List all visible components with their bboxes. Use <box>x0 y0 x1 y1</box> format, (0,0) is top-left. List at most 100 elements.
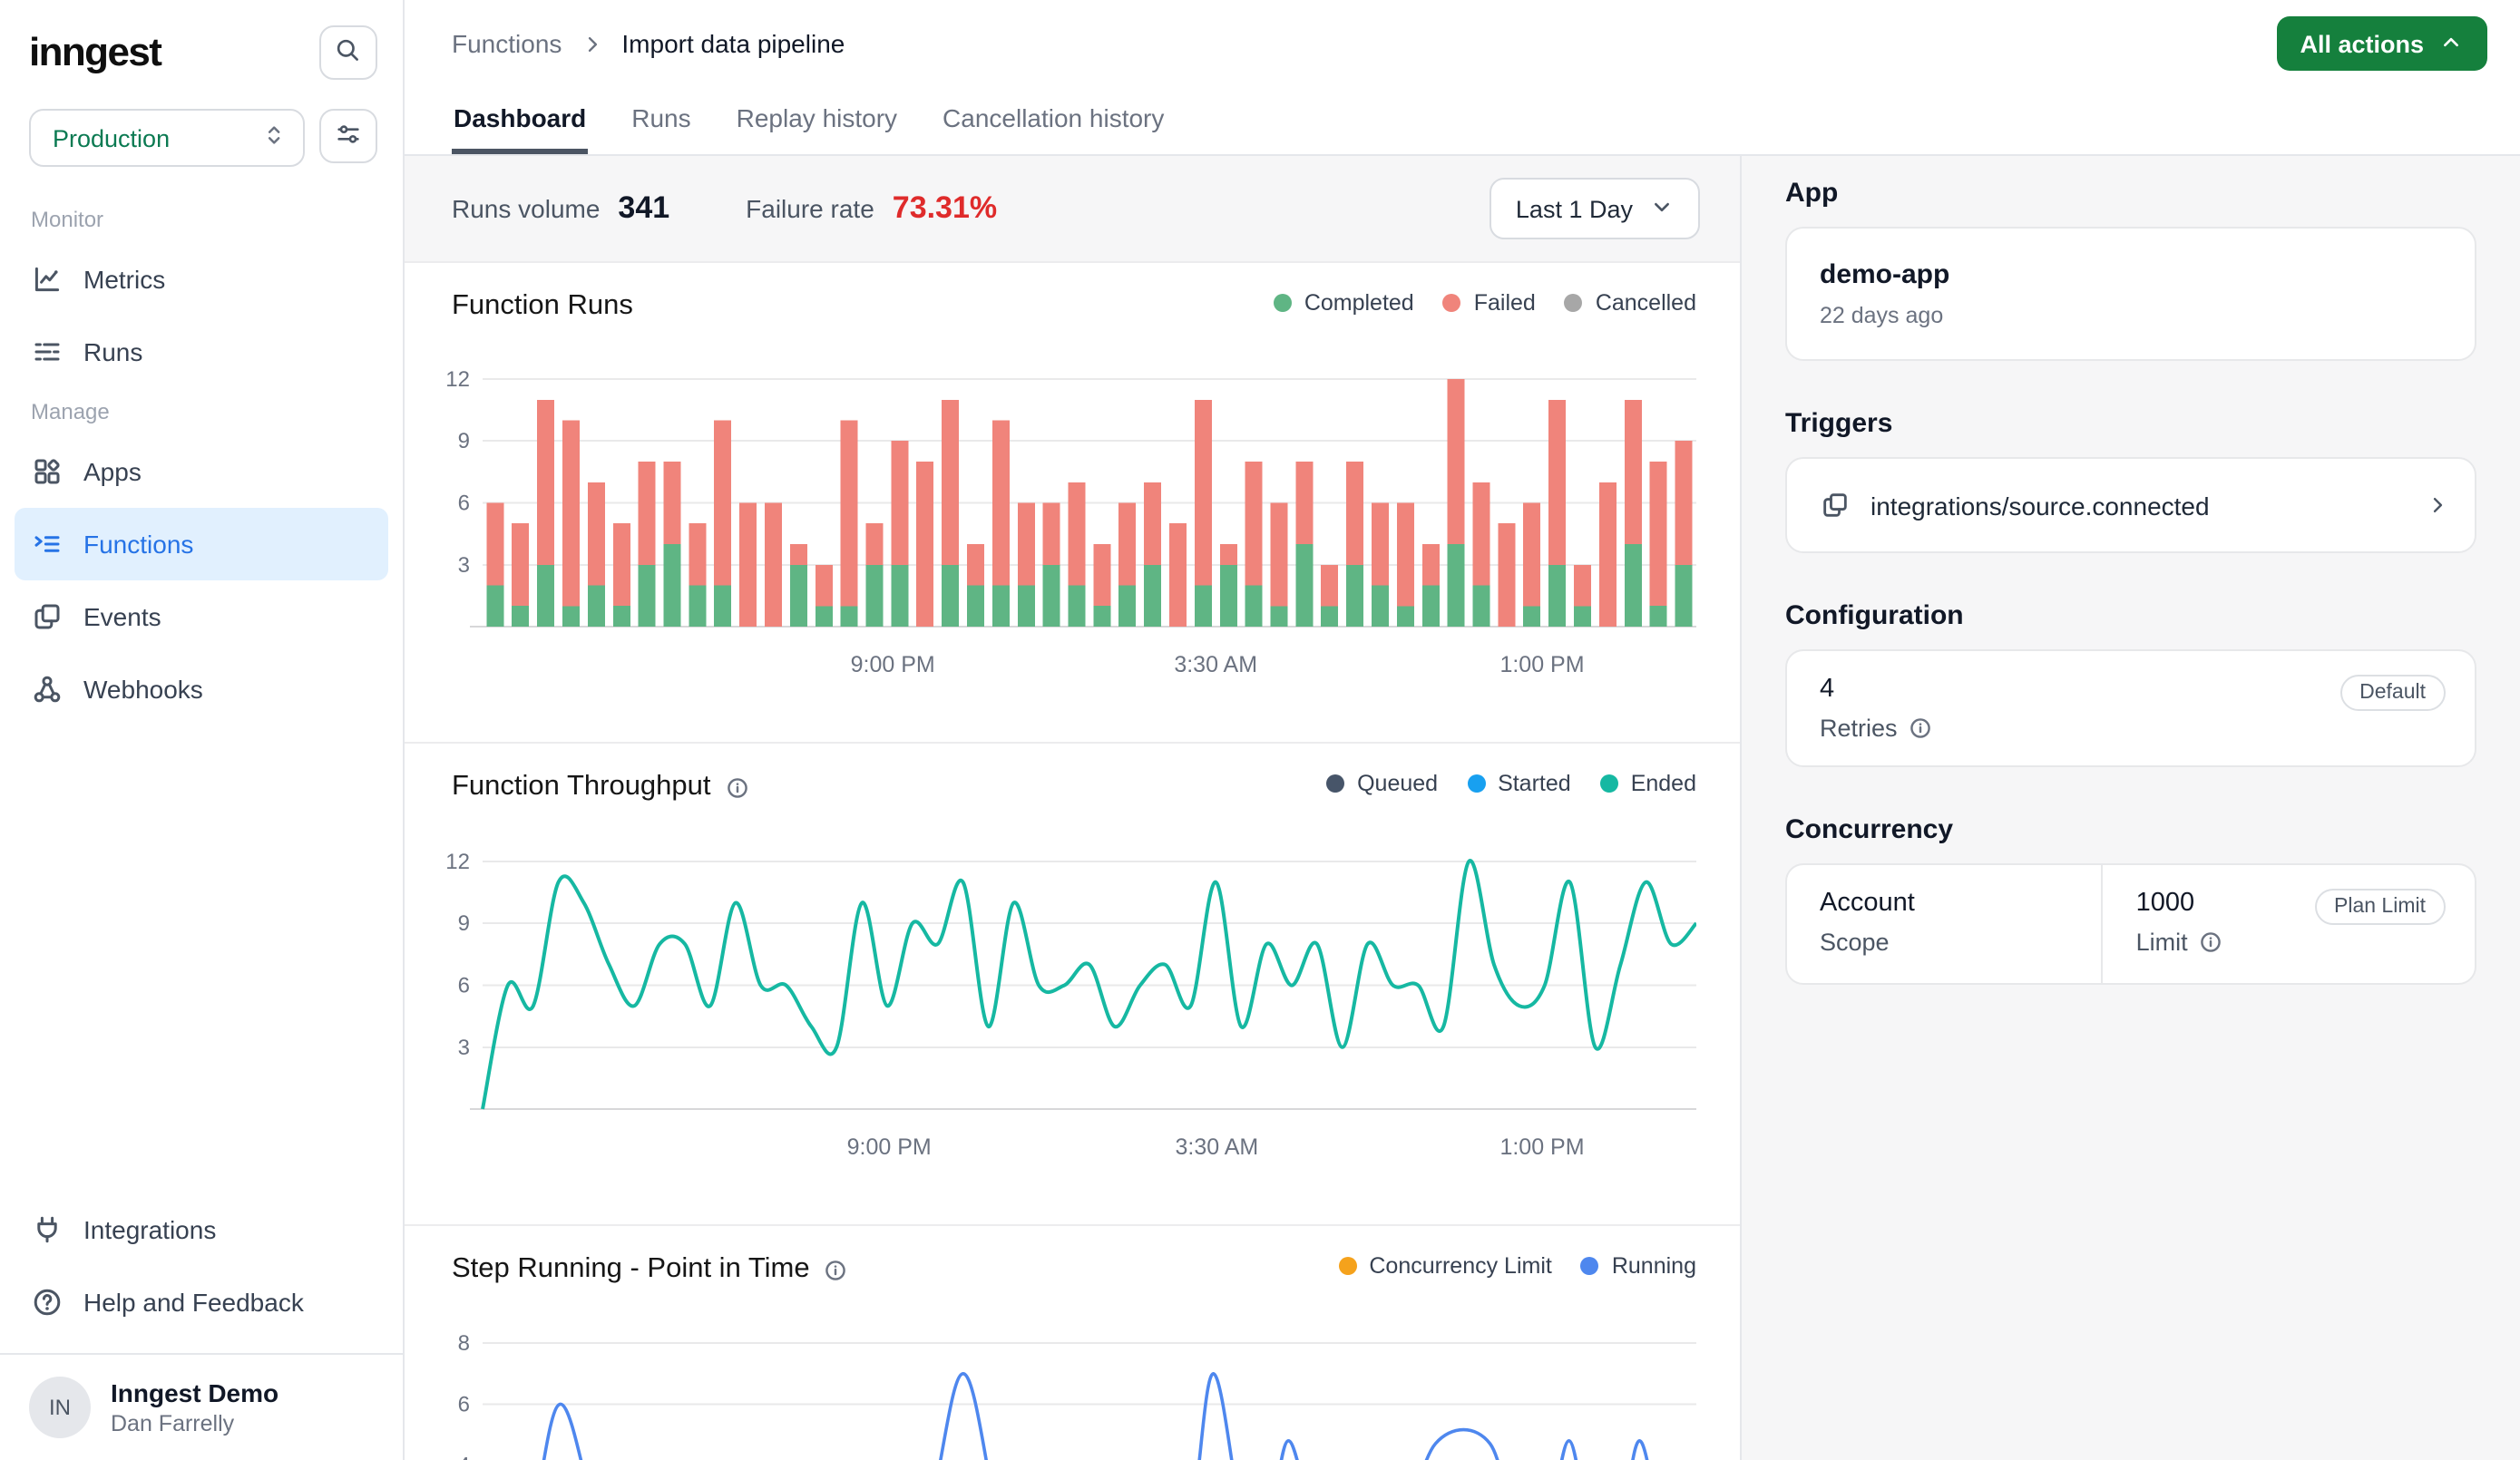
chevrons-up-down-icon <box>261 122 288 154</box>
runs-volume-label: Runs volume <box>452 194 600 223</box>
retries-card: 4 Retries Default <box>1785 649 2476 767</box>
all-actions-button[interactable]: All actions <box>2276 16 2487 71</box>
info-icon[interactable] <box>726 775 749 799</box>
apps-icon <box>31 455 63 488</box>
svg-text:3: 3 <box>458 1036 470 1060</box>
svg-text:9: 9 <box>458 429 470 453</box>
concurrency-card: Account Scope 1000 Limit Plan Limit <box>1785 863 2476 985</box>
legend-ended: Ended <box>1600 771 1696 796</box>
svg-text:8: 8 <box>458 1331 470 1356</box>
function-runs-section: Function Runs CompletedFailedCancelled 1… <box>405 263 1740 744</box>
environment-select[interactable]: Production <box>29 109 305 167</box>
svg-text:9: 9 <box>458 911 470 936</box>
step-running-section: Step Running - Point in Time Concurrency… <box>405 1226 1740 1460</box>
env-filter-button[interactable] <box>319 109 377 163</box>
sidebar-item-label: Webhooks <box>83 675 203 704</box>
limit-badge: Plan Limit <box>2314 889 2446 925</box>
topbar: Functions Import data pipeline All actio… <box>405 0 2520 87</box>
time-range-label: Last 1 Day <box>1516 195 1633 222</box>
sidebar-item-webhooks[interactable]: Webhooks <box>15 653 388 725</box>
stats-band: Runs volume 341 Failure rate 73.31% Last… <box>405 156 1740 263</box>
tabs: Dashboard Runs Replay history Cancellation … <box>405 87 2520 156</box>
limit-label: Limit <box>2136 929 2188 956</box>
events-icon <box>31 600 63 633</box>
tab-replay-history[interactable]: Replay history <box>735 87 899 154</box>
legend-failed: Failed <box>1443 290 1536 316</box>
metrics-icon <box>31 263 63 296</box>
sidebar-item-label: Apps <box>83 457 142 486</box>
app-synced: 22 days ago <box>1820 303 2442 328</box>
sidebar-item-functions[interactable]: Functions <box>15 508 388 580</box>
step-running-chart: 864 <box>405 1309 1696 1460</box>
legend-dot <box>1467 774 1485 793</box>
functions-icon <box>31 528 63 560</box>
plug-icon <box>31 1213 63 1246</box>
step-running-legend: Concurrency LimitRunning <box>1338 1253 1696 1279</box>
failure-rate-label: Failure rate <box>746 194 874 223</box>
svg-text:4: 4 <box>458 1454 470 1460</box>
legend-dot <box>1274 294 1292 312</box>
function-runs-chart: 129639:00 PM3:30 AM1:00 PM <box>405 346 1696 691</box>
search-icon <box>334 35 363 70</box>
sidebar-item-metrics[interactable]: Metrics <box>15 243 388 316</box>
legend-dot <box>1581 1257 1599 1275</box>
section-label-manage: Manage <box>15 388 388 435</box>
tab-cancellation-history[interactable]: Cancellation history <box>941 87 1166 154</box>
legend-dot <box>1600 774 1618 793</box>
legend-dot <box>1326 774 1344 793</box>
concurrency-heading: Concurrency <box>1785 814 2476 845</box>
avatar: IN <box>29 1377 91 1438</box>
function-runs-title: Function Runs <box>452 290 633 323</box>
legend-dot <box>1338 1257 1356 1275</box>
trigger-event-name: integrations/source.connected <box>1870 491 2210 520</box>
sidebar-item-apps[interactable]: Apps <box>15 435 388 508</box>
user-name: Inngest Demo <box>111 1378 278 1407</box>
breadcrumb: Functions Import data pipeline <box>452 29 845 58</box>
sidebar-item-runs[interactable]: Runs <box>15 316 388 388</box>
function-throughput-chart: 129639:00 PM3:30 AM1:00 PM <box>405 827 1696 1172</box>
info-icon[interactable] <box>2199 930 2222 954</box>
help-icon <box>31 1286 63 1319</box>
time-range-select[interactable]: Last 1 Day <box>1490 178 1700 239</box>
sidebar-item-events[interactable]: Events <box>15 580 388 653</box>
failure-rate-value: 73.31% <box>893 190 997 227</box>
event-copy-icon <box>1820 490 1851 521</box>
sidebar-spacer <box>0 725 403 1193</box>
environment-label: Production <box>53 124 170 151</box>
legend-dot <box>1443 294 1461 312</box>
sidebar-item-integrations[interactable]: Integrations <box>15 1193 388 1266</box>
scope-value: Account <box>1820 889 2073 918</box>
sidebar-footer: Integrations Help and Feedback <box>0 1193 403 1353</box>
legend-started: Started <box>1467 771 1571 796</box>
legend-running: Running <box>1581 1253 1696 1279</box>
svg-text:3:30 AM: 3:30 AM <box>1176 1134 1259 1160</box>
sidebar-item-label: Integrations <box>83 1215 216 1244</box>
runs-volume-value: 341 <box>618 190 669 227</box>
tab-runs[interactable]: Runs <box>630 87 692 154</box>
info-icon[interactable] <box>1909 716 1932 740</box>
svg-text:3: 3 <box>458 553 470 578</box>
chevron-down-icon <box>1649 193 1675 224</box>
user-org: Dan Farrelly <box>111 1411 278 1436</box>
breadcrumb-current: Import data pipeline <box>621 29 845 58</box>
trigger-card[interactable]: integrations/source.connected <box>1785 457 2476 553</box>
tab-dashboard[interactable]: Dashboard <box>452 87 588 154</box>
details-panel: App demo-app 22 days ago Triggers integr… <box>1742 156 2520 1460</box>
svg-text:3:30 AM: 3:30 AM <box>1174 652 1257 677</box>
breadcrumb-functions[interactable]: Functions <box>452 29 562 58</box>
sidebar-item-label: Runs <box>83 337 142 366</box>
chevron-right-icon <box>2426 493 2449 517</box>
app-root: inngest Production MonitorMetrics Runs Man… <box>0 0 2520 1460</box>
retries-badge: Default <box>2339 675 2446 711</box>
inngest-logo: inngest <box>29 29 161 76</box>
section-label-monitor: Monitor <box>15 196 388 243</box>
main-area: Functions Import data pipeline All actio… <box>405 0 2520 1460</box>
app-card[interactable]: demo-app 22 days ago <box>1785 227 2476 361</box>
user-menu[interactable]: IN Inngest Demo Dan Farrelly <box>0 1355 403 1460</box>
search-button[interactable] <box>319 25 377 80</box>
sidebar-item-label: Help and Feedback <box>83 1288 304 1317</box>
function-throughput-section: Function Throughput QueuedStartedEnded 1… <box>405 744 1740 1226</box>
sidebar-item-help-and-feedback[interactable]: Help and Feedback <box>15 1266 388 1338</box>
info-icon[interactable] <box>825 1258 848 1281</box>
svg-text:9:00 PM: 9:00 PM <box>847 1134 932 1160</box>
